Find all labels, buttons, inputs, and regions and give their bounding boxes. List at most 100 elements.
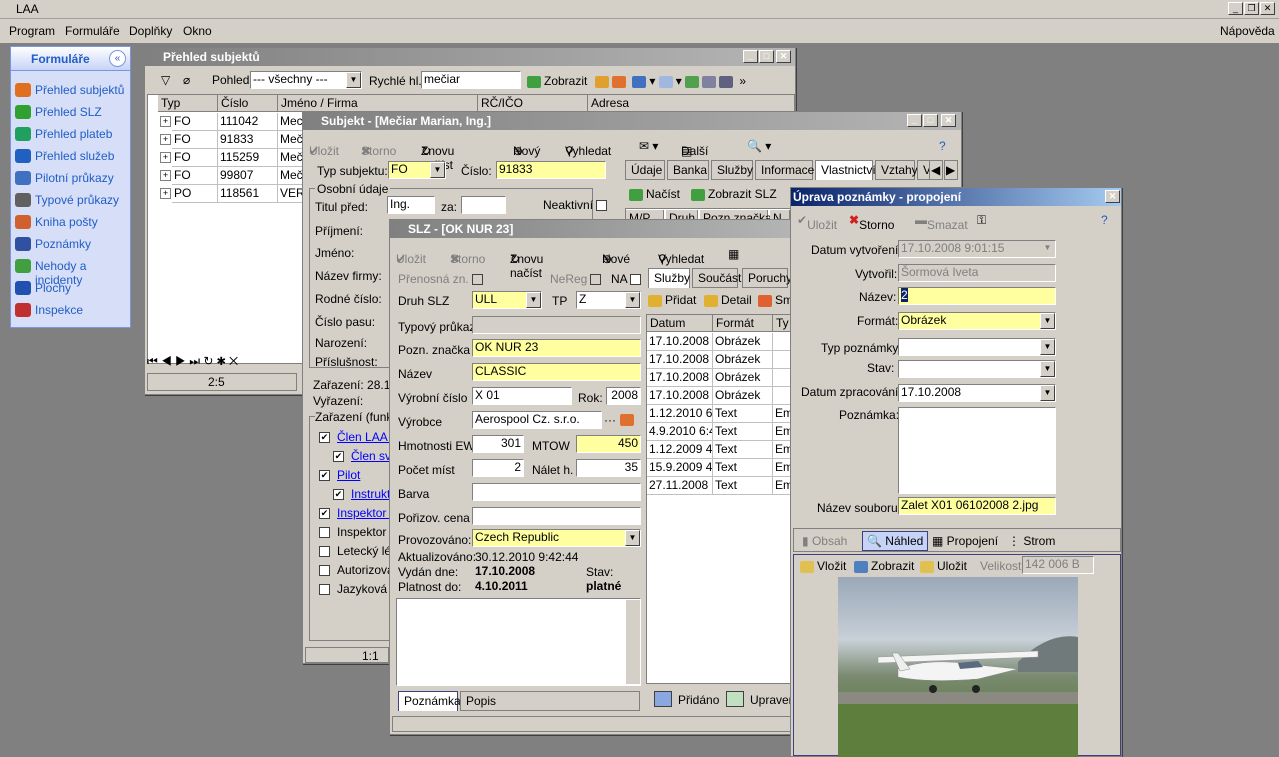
table-cell[interactable]: 17.10.2008 9 [647,387,713,405]
table-cell[interactable]: Text [713,459,773,477]
tab-subjekt-4[interactable]: Vlastnictví [815,160,876,180]
zobrazit-img-button[interactable]: Zobrazit [854,559,914,573]
zobrazit-button[interactable]: Zobrazit [527,74,587,88]
slz-tab-1[interactable]: Součásti [692,268,744,288]
typ-poz-select[interactable]: ▼ [898,338,1056,356]
table-cell[interactable]: 91833 [218,131,278,149]
prehled-max[interactable]: □ [759,50,774,63]
barva-input[interactable] [472,483,641,501]
grid-header[interactable]: RČ/IČO [478,95,588,112]
nazev-input[interactable]: 2 [898,287,1056,305]
format-select[interactable]: Obrázek ▼ [898,312,1056,330]
nereg-checkbox[interactable] [590,274,601,285]
zarazeni-checkbox[interactable]: ✔ [333,489,344,500]
table-cell[interactable]: 17.10.2008 9 [647,333,713,351]
slz-grid-header[interactable]: Formát [713,315,773,332]
filter-icon[interactable]: ▽ [161,73,170,87]
table-cell[interactable]: 4.9.2010 6:4 [647,423,713,441]
sidebar-item-7[interactable]: Poznámky [11,233,130,255]
sidebar-item-10[interactable]: Inspekce [11,299,130,321]
table-cell[interactable]: 17.10.2008 9 [647,369,713,387]
table-cell[interactable]: FO [172,113,218,131]
table-cell[interactable]: 118561 [218,185,278,203]
typ-select[interactable]: FO ▼ [388,161,446,179]
titul-input[interactable]: Ing. [387,196,435,214]
rok-input[interactable]: 2008 [606,387,641,405]
table-cell[interactable]: Text [713,441,773,459]
sidebar-item-4[interactable]: Pilotní průkazy [11,167,130,189]
sidebar-item-0[interactable]: Přehled subjektů [11,79,130,101]
table-cell[interactable]: 1.12.2009 4: [647,441,713,459]
tab-strom[interactable]: ⋮ Strom [1008,534,1055,548]
table-cell[interactable]: 1.12.2010 6: [647,405,713,423]
toolbar-icons[interactable]: ▾ ▾ » [595,74,746,88]
prenosna-checkbox[interactable] [472,274,483,285]
typovy-input[interactable] [472,316,641,334]
help-icon[interactable]: ? [1101,213,1108,227]
zarazeni-checkbox[interactable]: ✔ [333,451,344,462]
tab-subjekt-5[interactable]: Vztahy [875,160,918,180]
tab-scroll-right[interactable]: ▶ [944,160,958,180]
slz-tab-2[interactable]: Poruchy [742,268,792,288]
dv-input[interactable]: 17.10.2008 9:01:15 ▼ [898,240,1056,258]
ulozit-img-button[interactable]: Uložit [920,559,967,573]
uprava-ulozit-button[interactable]: ✔ Uložit [797,213,837,232]
zarazeni-checkbox[interactable]: ✔ [319,508,330,519]
table-cell[interactable]: 27.11.2008 5 [647,477,713,495]
minimize-button[interactable]: _ [1228,2,1243,15]
sidebar-item-6[interactable]: Kniha pošty [11,211,130,233]
zarazeni-checkbox[interactable]: ✔ [319,470,330,481]
table-cell[interactable]: 115259 [218,149,278,167]
close-button[interactable]: ✕ [1260,2,1275,15]
sidebar-item-9[interactable]: Plochy [11,277,130,299]
zarazeni-checkbox[interactable] [319,584,330,595]
tab-subjekt-2[interactable]: Služby [711,160,753,180]
poznamka-textarea[interactable] [898,407,1056,494]
subjekt-close[interactable]: ✕ [941,114,956,127]
tp-select[interactable]: Z ▼ [576,291,641,309]
table-cell[interactable]: FO [172,149,218,167]
table-cell[interactable]: Obrázek [713,387,773,405]
zarazeni-checkbox[interactable] [319,546,330,557]
uprava-smazat-button[interactable]: ▬ Smazat [915,213,968,232]
tab-scroll-left[interactable]: ◀ [929,160,943,180]
grid-header[interactable]: Jméno / Firma [278,95,478,112]
druh-select[interactable]: ULL ▼ [472,291,542,309]
notes-scrollbar[interactable] [626,600,640,684]
grid-header[interactable]: Typ [158,95,218,112]
help-icon[interactable]: ? [939,139,946,153]
menu-formulare[interactable]: Formuláře [65,24,120,38]
table-cell[interactable]: 99807 [218,167,278,185]
sidebar-item-1[interactable]: Přehled SLZ [11,101,130,123]
mtow-input[interactable]: 450 [576,435,641,453]
mail-icon[interactable]: ✉ ▾ [639,139,658,153]
expand-icon[interactable]: + [160,134,171,145]
soubor-input[interactable]: Zalet X01 06102008 2.jpg [898,497,1056,515]
hmot-input[interactable]: 301 [472,435,524,453]
slz-tab-0[interactable]: Služby [648,268,690,288]
clear-filter-icon[interactable]: ⌀ [183,73,190,87]
tab-obsah[interactable]: ▮ Obsah [802,534,847,548]
table-cell[interactable]: FO [172,167,218,185]
table-cell[interactable]: PO [172,185,218,203]
cislo-input[interactable]: 91833 [496,161,606,179]
table-cell[interactable]: Obrázek [713,369,773,387]
tab-subjekt-3[interactable]: Informace [755,160,814,180]
pocet-input[interactable]: 2 [472,459,524,477]
table-cell[interactable]: 17.10.2008 9 [647,351,713,369]
expand-icon[interactable]: + [160,152,171,163]
slz-bottom-tab-1[interactable]: Popis [460,691,640,711]
vyrobce-input[interactable]: Aerospool Cz. s.r.o. [472,411,602,429]
table-cell[interactable]: Text [713,423,773,441]
nav-bar[interactable]: ⏮ ◀ ▶ ⏭ ↻ ✱ ✕ [147,354,297,370]
poriz-input[interactable] [472,507,641,525]
table-cell[interactable]: 15.9.2009 4: [647,459,713,477]
rychle-input[interactable]: mečiar [421,71,521,89]
sidebar-item-3[interactable]: Přehled služeb [11,145,130,167]
prov-select[interactable]: Czech Republic ▼ [472,529,641,547]
expand-icon[interactable]: + [160,170,171,181]
tab-propojeni[interactable]: ▦ Propojení [932,534,998,548]
table-cell[interactable]: Obrázek [713,333,773,351]
tab-subjekt-1[interactable]: Banka [667,160,709,180]
vyrobce-lookup-icon[interactable] [620,412,637,426]
